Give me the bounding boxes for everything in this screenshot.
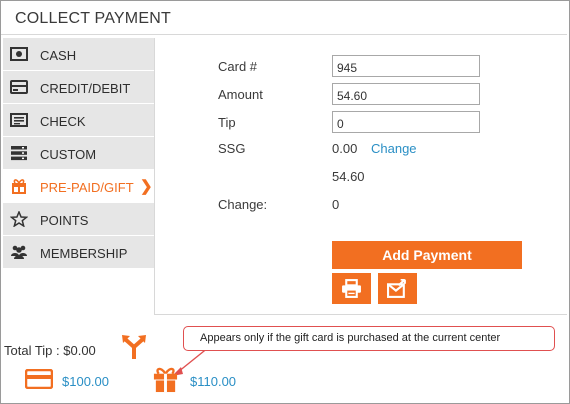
credit-card-icon[interactable] <box>25 369 53 389</box>
gift-icon[interactable] <box>152 366 179 393</box>
payment-amount-gift: $110.00 <box>190 374 237 389</box>
payment-amount-card: $100.00 <box>62 374 109 389</box>
annotation-callout: Appears only if the gift card is purchas… <box>183 326 555 351</box>
